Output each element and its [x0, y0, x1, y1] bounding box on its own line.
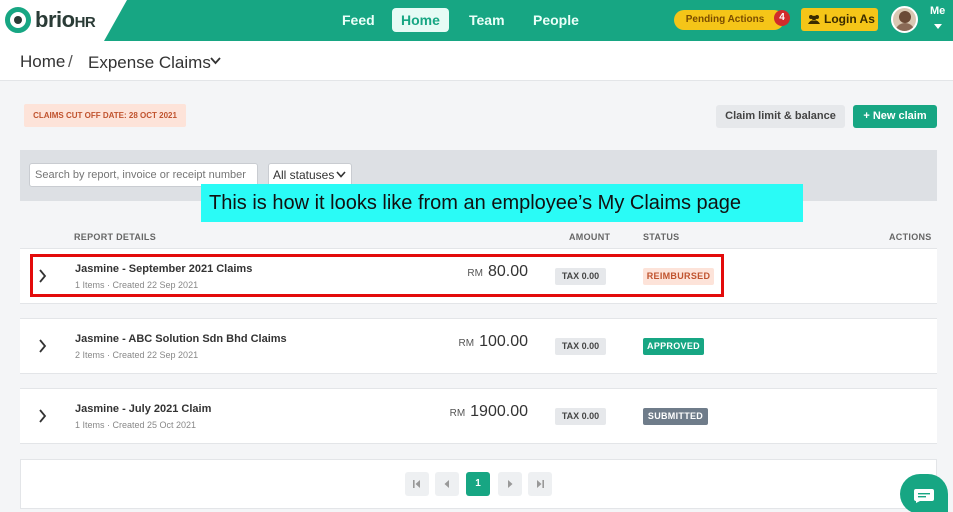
- brand-name: brio: [35, 7, 75, 32]
- page-title[interactable]: Expense Claims: [88, 53, 211, 73]
- table-row[interactable]: Jasmine - ABC Solution Sdn Bhd Claims 2 …: [20, 318, 937, 374]
- last-page-icon: [537, 480, 544, 488]
- column-header-amount: AMOUNT: [569, 232, 611, 242]
- amount-value: 1900.00: [470, 403, 528, 420]
- prev-page-button[interactable]: [435, 472, 459, 496]
- status-badge: SUBMITTED: [643, 408, 708, 425]
- first-page-icon: [413, 480, 420, 488]
- currency-label: RM: [449, 408, 466, 419]
- chevron-right-icon[interactable]: [38, 339, 47, 353]
- login-as-button[interactable]: Login As: [801, 8, 878, 31]
- first-page-button[interactable]: [405, 472, 429, 496]
- nav-people[interactable]: People: [524, 8, 588, 32]
- login-as-label: Login As: [824, 12, 875, 26]
- brand-suffix: HR: [74, 14, 96, 31]
- claim-amount: RM 1900.00: [450, 403, 528, 421]
- pending-actions-button[interactable]: Pending Actions: [674, 10, 784, 30]
- chevron-down-icon[interactable]: [210, 57, 221, 65]
- column-header-details: REPORT DETAILS: [74, 232, 157, 242]
- amount-value: 100.00: [479, 333, 528, 350]
- nav-feed[interactable]: Feed: [333, 8, 384, 32]
- nav-home[interactable]: Home: [392, 8, 449, 32]
- new-claim-button[interactable]: + New claim: [853, 105, 937, 128]
- chat-icon: [914, 489, 934, 503]
- claim-meta: 1 Items · Created 25 Oct 2021: [75, 420, 197, 430]
- last-page-button[interactable]: [528, 472, 552, 496]
- breadcrumb-separator: /: [68, 52, 73, 71]
- column-header-status: STATUS: [643, 232, 680, 242]
- pending-count-badge: 4: [774, 10, 790, 26]
- brand-logo[interactable]: brioHR: [0, 0, 127, 41]
- pagination: 1: [20, 459, 937, 509]
- cutoff-date-badge: CLAIMS CUT OFF DATE: 28 OCT 2021: [24, 104, 186, 127]
- tax-badge: TAX 0.00: [555, 408, 606, 425]
- highlight-box: [30, 254, 724, 297]
- column-header-actions: ACTIONS: [889, 232, 932, 242]
- chat-button[interactable]: [900, 474, 948, 512]
- prev-page-icon: [444, 480, 449, 488]
- tax-badge: TAX 0.00: [555, 338, 606, 355]
- annotation-callout: This is how it looks like from an employ…: [201, 184, 803, 222]
- avatar[interactable]: [891, 6, 918, 33]
- claim-amount: RM 100.00: [459, 333, 529, 351]
- breadcrumb-home[interactable]: Home: [20, 52, 65, 72]
- top-navbar: brioHR Feed Home Team People Pending Act…: [0, 0, 953, 41]
- table-row[interactable]: Jasmine - July 2021 Claim 1 Items · Crea…: [20, 388, 937, 444]
- me-menu-label[interactable]: Me: [930, 5, 945, 17]
- next-page-icon: [508, 480, 513, 488]
- nav-team[interactable]: Team: [460, 8, 514, 32]
- chevron-right-icon[interactable]: [38, 409, 47, 423]
- claim-limit-button[interactable]: Claim limit & balance: [716, 105, 845, 128]
- page-button-current[interactable]: 1: [466, 472, 490, 496]
- brio-logo-icon: [5, 7, 31, 33]
- status-filter-value: All statuses: [273, 168, 335, 182]
- users-icon: [808, 15, 820, 24]
- next-page-button[interactable]: [498, 472, 522, 496]
- chevron-down-icon: [336, 171, 346, 178]
- caret-down-icon[interactable]: [934, 24, 942, 29]
- breadcrumb: Home / Expense Claims: [0, 41, 953, 81]
- claim-title: Jasmine - ABC Solution Sdn Bhd Claims: [75, 333, 287, 345]
- status-badge: APPROVED: [643, 338, 704, 355]
- currency-label: RM: [458, 338, 475, 349]
- claim-title: Jasmine - July 2021 Claim: [75, 403, 212, 415]
- claim-meta: 2 Items · Created 22 Sep 2021: [75, 350, 199, 360]
